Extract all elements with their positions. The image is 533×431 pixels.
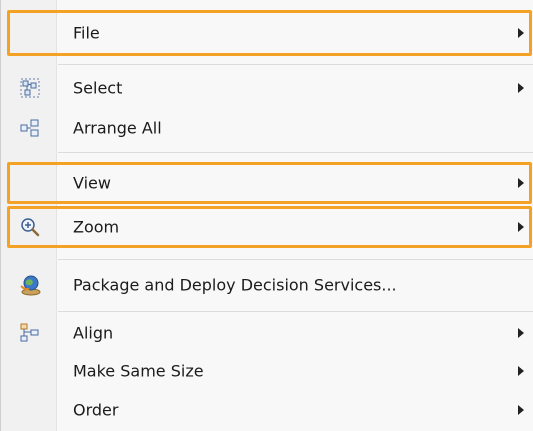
submenu-arrow-icon [518, 28, 524, 38]
context-menu: File Select Arrange All View Zoom Packag… [0, 0, 533, 431]
select-icon [19, 77, 41, 99]
menu-item-order-label: Order [73, 400, 119, 420]
menu-item-select[interactable]: Select [1, 70, 533, 106]
menu-item-order[interactable]: Order [1, 390, 533, 430]
submenu-arrow-icon [518, 178, 524, 188]
submenu-arrow-icon [518, 222, 524, 232]
menu-item-arrange-all-label: Arrange All [73, 118, 162, 138]
menu-item-align[interactable]: Align [1, 314, 533, 352]
submenu-arrow-icon [518, 366, 524, 376]
menu-separator [58, 152, 533, 153]
menu-item-align-label: Align [73, 323, 114, 343]
menu-item-view[interactable]: View [1, 162, 533, 204]
menu-item-package-deploy-label: Package and Deploy Decision Services... [73, 275, 397, 295]
menu-separator [58, 259, 533, 260]
align-icon [19, 322, 41, 344]
menu-item-package-deploy[interactable]: Package and Deploy Decision Services... [1, 262, 533, 308]
submenu-arrow-icon [518, 328, 524, 338]
menu-item-view-label: View [73, 173, 111, 193]
menu-item-file-label: File [73, 23, 100, 43]
menu-item-zoom-label: Zoom [73, 217, 120, 237]
menu-separator [58, 311, 533, 312]
menu-separator [58, 64, 533, 65]
zoom-icon [19, 216, 41, 238]
deploy-icon [19, 274, 41, 296]
arrange-all-icon [19, 117, 41, 139]
menu-item-make-same-size-label: Make Same Size [73, 361, 204, 381]
submenu-arrow-icon [518, 83, 524, 93]
menu-item-arrange-all[interactable]: Arrange All [1, 108, 533, 148]
menu-item-zoom[interactable]: Zoom [1, 206, 533, 248]
submenu-arrow-icon [518, 405, 524, 415]
menu-item-file[interactable]: File [1, 10, 533, 56]
menu-item-select-label: Select [73, 78, 123, 98]
menu-item-make-same-size[interactable]: Make Same Size [1, 352, 533, 390]
